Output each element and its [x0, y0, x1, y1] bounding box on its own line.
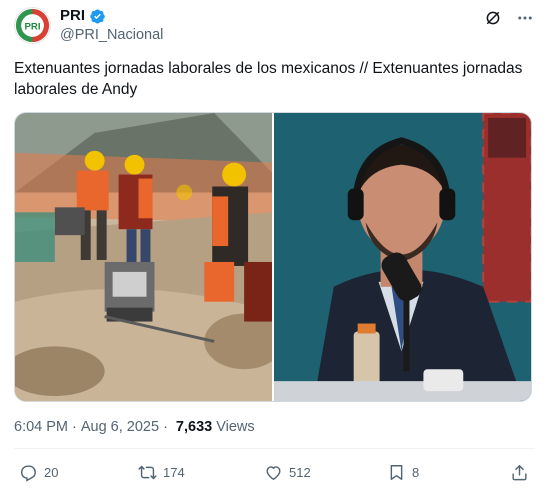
tweet-media[interactable] — [14, 112, 532, 402]
tweet-card[interactable]: PRI PRI @PRI_Nacional Extenuantes jornad… — [0, 0, 549, 495]
avatar[interactable]: PRI — [14, 7, 51, 44]
views-label: Views — [216, 419, 255, 435]
top-actions — [483, 8, 535, 28]
meta-separator: · — [72, 419, 77, 435]
bookmark-button[interactable]: 8 — [387, 463, 419, 482]
like-icon — [264, 463, 283, 482]
tweet-date[interactable]: Aug 6, 2025 — [81, 418, 159, 436]
like-button[interactable]: 512 — [264, 463, 311, 482]
share-icon — [510, 463, 529, 482]
display-name[interactable]: PRI — [60, 7, 85, 25]
share-button[interactable] — [510, 463, 529, 482]
verified-badge-icon — [89, 8, 106, 25]
repost-icon — [138, 463, 157, 482]
name-row: PRI — [60, 7, 106, 25]
bookmark-icon — [387, 463, 406, 482]
divider — [14, 448, 535, 449]
like-count: 512 — [289, 465, 311, 480]
construction-workers-photo[interactable] — [15, 113, 272, 401]
meta-separator: · — [163, 419, 168, 435]
reply-icon — [19, 463, 38, 482]
more-icon[interactable] — [515, 8, 535, 28]
reply-count: 20 — [44, 465, 59, 480]
grok-icon[interactable] — [483, 8, 503, 28]
views-count: 7,633 — [175, 419, 213, 435]
tweet-meta: 6:04 PM · Aug 6, 2025 · 7,633 Views — [14, 418, 255, 436]
reply-button[interactable]: 20 — [19, 463, 58, 482]
bookmark-count: 8 — [412, 465, 420, 480]
man-with-headphones-microphone-photo[interactable] — [274, 113, 531, 401]
repost-count: 174 — [163, 465, 185, 480]
avatar-logo-text: PRI — [24, 21, 40, 32]
tweet-text: Extenuantes jornadas laborales de los me… — [14, 60, 523, 98]
action-bar: 20 174 512 8 — [14, 463, 535, 485]
tweet-time[interactable]: 6:04 PM — [14, 418, 68, 436]
repost-button[interactable]: 174 — [138, 463, 185, 482]
handle[interactable]: @PRI_Nacional — [60, 26, 163, 44]
